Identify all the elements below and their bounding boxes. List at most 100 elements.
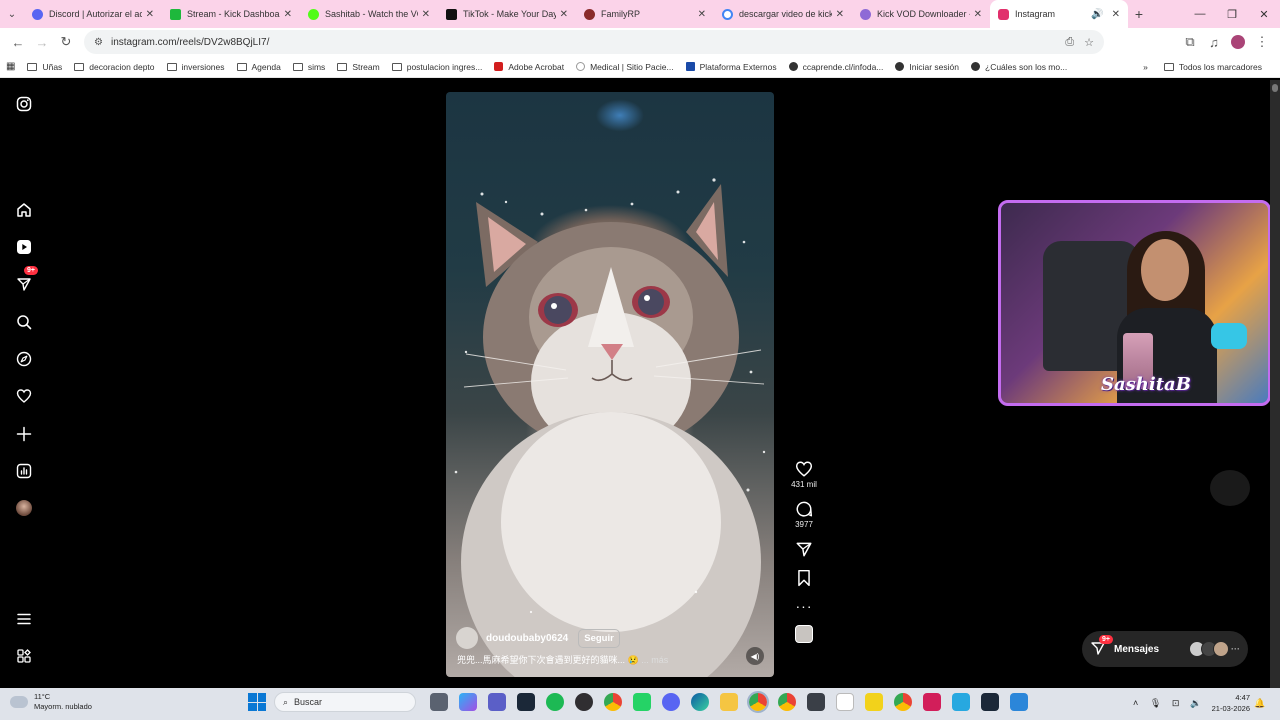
instagram-logo[interactable] bbox=[12, 92, 36, 116]
network-icon[interactable]: ⊡ bbox=[1170, 698, 1182, 708]
tab-tiktok[interactable]: TikTok - Make Your Day ✕ bbox=[438, 0, 576, 28]
chrome-icon[interactable] bbox=[746, 691, 769, 713]
sidebar-item-dashboard[interactable] bbox=[12, 459, 36, 483]
chrome-icon[interactable] bbox=[893, 693, 912, 711]
install-icon[interactable]: ⎙ bbox=[1065, 36, 1074, 49]
author-username[interactable]: doudoubaby0624 bbox=[486, 633, 568, 644]
tab-sashitab-vod[interactable]: Sashitab - Watch the VOD✕ bbox=[300, 0, 438, 28]
bookmark-item[interactable]: inversiones bbox=[166, 62, 225, 72]
close-tab-icon[interactable]: ✕ bbox=[698, 9, 706, 20]
bookmark-star-icon[interactable]: ☆ bbox=[1084, 36, 1094, 49]
sidebar-item-explore[interactable] bbox=[12, 347, 36, 371]
mute-button[interactable]: ◀) bbox=[746, 647, 764, 665]
sidebar-item-messages[interactable]: 9+ bbox=[12, 266, 38, 296]
close-window-icon[interactable]: ✕ bbox=[1248, 0, 1280, 28]
taskbar-search[interactable]: ⌕ Buscar bbox=[274, 692, 416, 712]
more-options-icon[interactable]: ··· bbox=[796, 598, 813, 614]
follow-button[interactable]: Seguir bbox=[578, 628, 620, 648]
minimize-icon[interactable]: — bbox=[1184, 0, 1216, 28]
speaker-icon[interactable]: 🔊 bbox=[1091, 9, 1103, 20]
close-tab-icon[interactable]: ✕ bbox=[422, 9, 430, 20]
back-button[interactable]: ← bbox=[6, 30, 30, 54]
all-bookmarks-button[interactable]: Todos los marcadores bbox=[1163, 62, 1262, 72]
messages-button[interactable]: 9+ Mensajes ··· bbox=[1082, 631, 1248, 667]
sidebar-item-profile[interactable] bbox=[12, 496, 36, 520]
reel-video[interactable]: doudoubaby0624 Seguir 兜兜...馬麻希望你下次會遇到更好的… bbox=[446, 92, 774, 677]
file-explorer-icon[interactable] bbox=[719, 693, 738, 711]
steam-icon[interactable] bbox=[516, 693, 535, 711]
new-tab-button[interactable]: + bbox=[1128, 6, 1150, 22]
scrollbar-thumb[interactable] bbox=[1272, 84, 1278, 92]
obs-icon[interactable] bbox=[574, 693, 593, 711]
address-bar[interactable]: ⚙ instagram.com/reels/DV2w8BQjLI7/ ⎙ ☆ bbox=[84, 30, 1104, 54]
page-scrollbar[interactable] bbox=[1270, 80, 1280, 688]
steam-icon[interactable] bbox=[980, 693, 999, 711]
acrobat-icon[interactable] bbox=[922, 693, 941, 711]
reload-button[interactable]: ↻ bbox=[54, 30, 78, 54]
author-avatar[interactable] bbox=[456, 627, 478, 649]
media-controls-icon[interactable]: ♫ bbox=[1202, 30, 1226, 54]
share-icon[interactable] bbox=[795, 540, 813, 558]
notepad-icon[interactable] bbox=[951, 693, 970, 711]
forward-button[interactable]: → bbox=[30, 30, 54, 54]
more-bookmarks-button[interactable]: » bbox=[1143, 62, 1148, 72]
sidebar-item-more[interactable] bbox=[12, 607, 36, 631]
profile-button[interactable] bbox=[1226, 30, 1250, 54]
bookmark-item[interactable]: ¿Cuáles son los mo... bbox=[971, 62, 1067, 72]
microphone-icon[interactable]: 🎙 bbox=[1150, 698, 1162, 708]
bookmark-item[interactable]: Iniciar sesión bbox=[895, 62, 959, 72]
windows-start-icon[interactable] bbox=[248, 693, 266, 711]
bookmark-item[interactable]: Adobe Acrobat bbox=[494, 62, 564, 72]
heart-icon[interactable] bbox=[795, 460, 813, 478]
copilot-icon[interactable] bbox=[458, 693, 477, 711]
tab-instagram[interactable]: Instagram 🔊 ✕ bbox=[990, 0, 1128, 28]
bookmark-item[interactable]: ccaprende.cl/infoda... bbox=[788, 62, 883, 72]
sidebar-item-search[interactable] bbox=[12, 310, 36, 334]
close-tab-icon[interactable]: ✕ bbox=[1112, 9, 1120, 20]
task-view-icon[interactable] bbox=[429, 693, 448, 711]
bookmark-item[interactable]: Medical | Sitio Pacie... bbox=[576, 62, 674, 72]
weather-widget[interactable]: 11°C Mayorm. nublado bbox=[10, 692, 92, 712]
edge-icon[interactable] bbox=[690, 693, 709, 711]
sidebar-item-reels[interactable] bbox=[12, 235, 36, 259]
close-tab-icon[interactable]: ✕ bbox=[836, 9, 844, 20]
bookmark-item[interactable]: Agenda bbox=[236, 62, 281, 72]
bookmark-item[interactable]: Plataforma Externos bbox=[685, 62, 777, 72]
snipping-tool-icon[interactable] bbox=[835, 693, 854, 711]
audio-thumbnail[interactable] bbox=[795, 625, 813, 643]
tab-google-search[interactable]: descargar video de kick - Google✕ bbox=[714, 0, 852, 28]
extensions-icon[interactable]: ⧉ bbox=[1178, 30, 1202, 54]
volume-icon[interactable]: 🔉 bbox=[1190, 698, 1202, 708]
sidebar-item-notifications[interactable] bbox=[12, 384, 36, 408]
tab-kick-vod-downloader[interactable]: Kick VOD Downloader - S✕ bbox=[852, 0, 990, 28]
sidebar-item-create[interactable] bbox=[12, 422, 36, 446]
discord-icon[interactable] bbox=[661, 693, 680, 711]
taskbar-clock[interactable]: 4:47 21-03-2026 bbox=[1212, 692, 1250, 714]
site-info-icon[interactable]: ⚙ bbox=[94, 37, 103, 48]
sidebar-item-home[interactable] bbox=[12, 198, 36, 222]
bookmark-item[interactable]: Stream bbox=[337, 62, 380, 72]
close-tab-icon[interactable]: ✕ bbox=[146, 9, 154, 20]
calculator-icon[interactable] bbox=[806, 693, 825, 711]
chevron-up-icon[interactable]: ˄ bbox=[1130, 698, 1142, 708]
comment-icon[interactable] bbox=[795, 500, 813, 518]
close-tab-icon[interactable]: ✕ bbox=[284, 9, 292, 20]
caption-more-button[interactable]: ... más bbox=[641, 655, 668, 665]
teams-icon[interactable] bbox=[487, 693, 506, 711]
photos-icon[interactable] bbox=[1009, 693, 1028, 711]
tab-kick-dashboard[interactable]: Stream - Kick Dashboard ✕ bbox=[162, 0, 300, 28]
bookmark-item[interactable]: decoracion depto bbox=[74, 62, 155, 72]
bookmark-icon[interactable] bbox=[795, 569, 813, 587]
apps-icon[interactable]: ▦ bbox=[6, 61, 15, 72]
notifications-icon[interactable]: 🔔 bbox=[1254, 698, 1266, 708]
menu-icon[interactable]: ⋮ bbox=[1250, 30, 1274, 54]
tab-search-button[interactable]: ⌄ bbox=[0, 0, 24, 28]
bookmark-item[interactable]: sims bbox=[292, 62, 325, 72]
restore-icon[interactable]: ❐ bbox=[1216, 0, 1248, 28]
chrome-icon[interactable] bbox=[777, 693, 796, 711]
tab-discord[interactable]: Discord | Autorizar el acceso✕ bbox=[24, 0, 162, 28]
spotify-icon[interactable] bbox=[545, 693, 564, 711]
sidebar-item-apps[interactable] bbox=[12, 644, 36, 668]
bookmark-item[interactable]: Uñas bbox=[27, 62, 62, 72]
bookmark-item[interactable]: postulacion ingres... bbox=[391, 62, 482, 72]
